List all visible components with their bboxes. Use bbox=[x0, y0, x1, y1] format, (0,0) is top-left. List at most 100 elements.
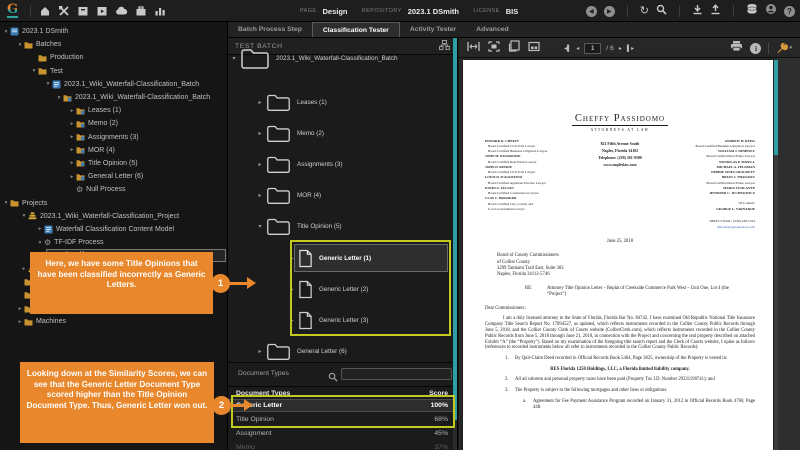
tree-item-repository[interactable]: ▾2023.1 DSmith bbox=[0, 25, 227, 38]
document-page[interactable]: Cheffy Passidomo ATTORNEYS AT LAW EDWARD… bbox=[463, 60, 773, 450]
tree-item-label: Leases (1) bbox=[88, 107, 121, 114]
refresh-icon[interactable]: ↻ bbox=[640, 6, 649, 17]
folder-node-leases[interactable]: ▸Leases (1) bbox=[254, 88, 327, 116]
vested-owner-line: RES Florida 1250 Holdings, LLC, a Florid… bbox=[485, 367, 755, 372]
folder-label: Leases (1) bbox=[297, 99, 327, 106]
folder-node-assignments[interactable]: ▸Assignments (3) bbox=[254, 150, 343, 178]
letterhead-address: 821 Fifth Avenue South Naples, Florida 3… bbox=[582, 139, 658, 213]
help-icon[interactable]: ? bbox=[784, 6, 795, 17]
divider bbox=[627, 5, 628, 17]
tab-classification-tester[interactable]: Classification Tester bbox=[312, 22, 400, 37]
page-value[interactable]: Design bbox=[322, 7, 347, 16]
info-button[interactable]: i bbox=[750, 43, 761, 54]
page-number-input[interactable] bbox=[584, 43, 601, 54]
tab-batch-process-step[interactable]: Batch Process Step bbox=[228, 22, 312, 37]
last-page-button[interactable]: ▌▸ bbox=[627, 45, 634, 52]
document-viewer: ◂▌ ◂ / 6 ▸ ▌▸ i ▾ Cheffy Passidomo ATTOR… bbox=[459, 38, 800, 450]
document-types-search-input[interactable] bbox=[341, 368, 452, 380]
doc-node-generic-letter-2[interactable]: ▸Generic Letter (2) bbox=[286, 275, 368, 303]
tree-item-batches[interactable]: ▾Batches bbox=[0, 38, 227, 51]
batch-folder-icon bbox=[76, 146, 85, 154]
folder-node-title-opinion[interactable]: ▾Title Opinion (5) bbox=[254, 212, 342, 240]
tree-item-machines[interactable]: ▸Machines bbox=[0, 315, 227, 328]
first-page-button[interactable]: ◂▌ bbox=[564, 45, 571, 52]
tree-item-test[interactable]: ▾Test bbox=[0, 65, 227, 78]
callout-2-text: Looking down at the Similarity Scores, w… bbox=[27, 369, 208, 410]
back-button[interactable]: ◀ bbox=[586, 6, 597, 17]
gear-icon: ⚙ bbox=[76, 186, 83, 194]
tree-item-leases[interactable]: ▸Leases (1) bbox=[0, 104, 227, 117]
pages-icon[interactable] bbox=[508, 39, 520, 57]
search-icon[interactable] bbox=[656, 2, 667, 20]
tools-icon[interactable] bbox=[58, 5, 70, 17]
download-icon[interactable] bbox=[692, 2, 703, 20]
tree-item-production[interactable]: Production bbox=[0, 51, 227, 64]
tab-advanced[interactable]: Advanced bbox=[466, 22, 518, 37]
callout-2-arrow bbox=[230, 404, 245, 407]
tree-item-label: 2023.1 DSmith bbox=[22, 28, 68, 35]
bar-chart-icon[interactable] bbox=[154, 5, 166, 17]
doc-type-row-assignment[interactable]: Assignment 45% bbox=[228, 427, 458, 440]
doc-type-row-generic-letter[interactable]: Generic Letter 100% bbox=[228, 399, 458, 412]
tree-item-general-letter[interactable]: ▸General Letter (6) bbox=[0, 170, 227, 183]
content-model-icon bbox=[44, 225, 53, 234]
folder-icon bbox=[266, 93, 291, 112]
archive-icon[interactable] bbox=[77, 5, 89, 17]
home-icon[interactable] bbox=[39, 5, 51, 17]
folder-label: Title Opinion (5) bbox=[297, 223, 342, 230]
export-tool-button[interactable]: ▾ bbox=[776, 43, 792, 54]
upload-icon[interactable] bbox=[710, 2, 721, 20]
repository-icon bbox=[10, 27, 19, 36]
tree-item-batch-folder[interactable]: ▾2023.1_Wiki_Waterfall-Classification_Ba… bbox=[0, 91, 227, 104]
doc-type-row-memo[interactable]: Memo 37% bbox=[228, 441, 458, 450]
tree-item-title-opinion[interactable]: ▸Title Opinion (5) bbox=[0, 157, 227, 170]
print-button[interactable] bbox=[730, 39, 743, 57]
tree-item-tfidf-process[interactable]: ▾⚙TF-IDF Process bbox=[0, 236, 227, 249]
doc-type-score: 68% bbox=[434, 416, 448, 423]
document-icon bbox=[298, 311, 313, 330]
doc-type-row-title-opinion[interactable]: Title Opinion 68% bbox=[228, 413, 458, 426]
media-box-icon[interactable] bbox=[96, 5, 108, 17]
document-label: Generic Letter (2) bbox=[319, 286, 368, 293]
document-scrollbar[interactable] bbox=[774, 60, 778, 450]
letterhead-left-column: EDWARD K. CHEFFY Board Certified Civil T… bbox=[485, 139, 582, 213]
doc-node-generic-letter-3[interactable]: ▸Generic Letter (3) bbox=[286, 306, 368, 334]
fit-width-icon[interactable] bbox=[467, 39, 480, 57]
search-icon bbox=[328, 369, 338, 387]
folder-icon bbox=[266, 155, 291, 174]
folder-node-general-letter[interactable]: ▸General Letter (6) bbox=[254, 337, 347, 365]
folder-node-mor[interactable]: ▸MOR (4) bbox=[254, 181, 321, 209]
middle-panel-scrollbar[interactable] bbox=[453, 38, 457, 450]
thumbnail-view-icon[interactable] bbox=[528, 39, 540, 57]
briefcase-icon[interactable] bbox=[135, 5, 147, 17]
hierarchy-icon[interactable] bbox=[439, 40, 450, 52]
tab-activity-tester[interactable]: Activity Tester bbox=[400, 22, 466, 37]
tree-item-mor[interactable]: ▸MOR (4) bbox=[0, 144, 227, 157]
tree-item-project[interactable]: ▾2023.1_Wiki_Waterfall-Classification_Pr… bbox=[0, 210, 227, 223]
database-icon[interactable] bbox=[746, 2, 758, 20]
license-value[interactable]: BIS bbox=[506, 7, 519, 16]
tree-item-batch[interactable]: ▾2023.1_Wiki_Waterfall-Classification_Ba… bbox=[0, 78, 227, 91]
cloud-icon[interactable] bbox=[115, 5, 128, 17]
user-icon[interactable] bbox=[765, 2, 777, 20]
tree-item-assignments[interactable]: ▸Assignments (3) bbox=[0, 131, 227, 144]
doc-node-generic-letter-1[interactable]: ▸Generic Letter (1) bbox=[286, 244, 371, 272]
fit-page-icon[interactable] bbox=[488, 39, 500, 57]
batch-folder-icon bbox=[76, 107, 85, 115]
tree-item-content-model[interactable]: ▸Waterfall Classification Content Model bbox=[0, 223, 227, 236]
email-link[interactable]: bjthanasiu@napleslaw.com bbox=[485, 225, 755, 231]
tree-item-projects[interactable]: ▾Projects bbox=[0, 196, 227, 209]
repository-value[interactable]: 2023.1 DSmith bbox=[408, 7, 459, 16]
tab-bar: Batch Process Step Classification Tester… bbox=[228, 22, 800, 38]
tree-item-memo[interactable]: ▸Memo (2) bbox=[0, 117, 227, 130]
next-page-button[interactable]: ▸ bbox=[619, 45, 622, 52]
forward-button[interactable]: ▶ bbox=[604, 6, 615, 17]
doc-type-score: 45% bbox=[434, 430, 448, 437]
tree-item-null-process[interactable]: ⚙Null Process bbox=[0, 183, 227, 196]
repository-label: REPOSITORY bbox=[362, 8, 402, 14]
folder-node-memo[interactable]: ▸Memo (2) bbox=[254, 119, 324, 147]
app-logo[interactable]: G bbox=[7, 3, 18, 18]
separator-dot: · bbox=[354, 8, 356, 15]
batch-root-node[interactable]: ▾ 2023.1_Wiki_Waterfall-Classification_B… bbox=[228, 44, 398, 72]
prev-page-button[interactable]: ◂ bbox=[576, 45, 579, 52]
